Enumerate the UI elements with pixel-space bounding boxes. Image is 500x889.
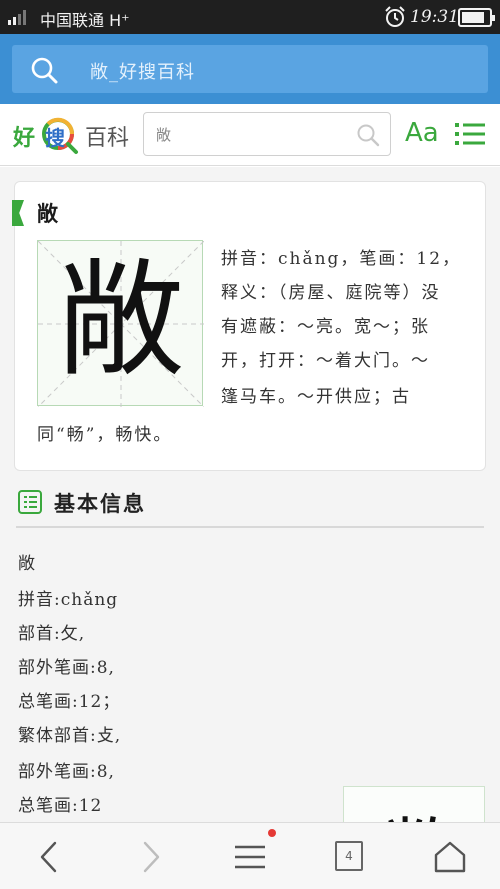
carrier-label: 中国联通 H⁺ (40, 7, 130, 31)
title-marker (12, 200, 24, 226)
character-image[interactable]: 敞 (37, 240, 204, 407)
info-line: 总笔画:12； (18, 692, 121, 712)
search-icon[interactable] (356, 123, 380, 147)
basic-info-header[interactable]: 基本信息 (16, 482, 484, 528)
browser-bottom-nav: 4 (0, 822, 500, 889)
definition-line: 开，打开：～着大门。～ (221, 351, 430, 371)
haosou-baike-logo[interactable]: 好 搜 百科 (13, 113, 131, 157)
info-line: 拼音:chǎng (18, 590, 119, 610)
alarm-clock-icon (385, 6, 405, 27)
address-text: 敞_好搜百科 (90, 62, 195, 83)
definition-line: 释义：（房屋、庭院等）没 (221, 283, 441, 303)
definition-line: 有遮蔽：～亮。宽～；张 (221, 317, 430, 337)
logo-baike-text: 百科 (85, 126, 130, 151)
chevron-right-icon[interactable] (132, 839, 168, 875)
carrier-name: 中国联通 (40, 11, 105, 30)
search-icon (31, 57, 58, 84)
network-type: H⁺ (109, 11, 130, 30)
character-glyph: 敞 (58, 247, 184, 394)
list-menu-icon[interactable] (455, 122, 485, 146)
chevron-left-icon[interactable] (32, 839, 68, 875)
info-line: 敞 (18, 554, 36, 574)
font-size-button[interactable]: Aa (405, 118, 439, 148)
site-search-value: 敞 (156, 126, 172, 144)
definition-line: 拼音：chǎng，笔画：12， (221, 249, 462, 269)
thumbnail-glyph: 敞 (384, 793, 456, 822)
calligraphy-thumbnail[interactable]: 敞 (343, 786, 485, 822)
browser-toolbar: 敞_好搜百科 (0, 34, 500, 104)
battery-level-fill (462, 12, 484, 23)
info-line: 部首:攵, (18, 624, 86, 644)
info-line: 部外笔画:8, (18, 658, 115, 678)
menu-icon[interactable] (232, 839, 268, 875)
status-bar: 中国联通 H⁺ 19:31 (0, 0, 500, 34)
site-search-input[interactable]: 敞 (143, 112, 391, 156)
logo-sou-text: 搜 (45, 126, 65, 150)
tabs-icon[interactable]: 4 (335, 841, 363, 871)
entry-summary-card: 敞 敞 拼音：chǎng，笔画：12， 释义：（房屋、庭院等）没 有遮蔽：～亮。… (12, 181, 486, 471)
battery-icon (458, 8, 495, 27)
address-bar[interactable]: 敞_好搜百科 (12, 45, 488, 93)
battery-tip (492, 15, 495, 21)
info-line: 部外笔画:8, (18, 762, 115, 782)
article-content: 敞 敞 拼音：chǎng，笔画：12， 释义：（房屋、庭院等）没 有遮蔽：～亮。… (0, 167, 500, 822)
logo-hao-text: 好 (13, 126, 36, 151)
info-line: 繁体部首:攴, (18, 726, 122, 746)
definition-line: 同“畅”，畅快。 (37, 425, 173, 445)
notification-dot (268, 829, 276, 837)
info-line: 总笔画:12 (18, 796, 103, 816)
section-title: 基本信息 (54, 491, 146, 516)
clock-time: 19:31 (410, 7, 459, 27)
definition-line: 篷马车。～开供应；古 (221, 387, 411, 407)
entry-title: 敞 (37, 201, 58, 226)
section-list-icon (18, 490, 42, 514)
site-header: 好 搜 百科 敞 Aa (0, 104, 500, 166)
home-icon[interactable] (432, 839, 468, 875)
signal-icon (8, 10, 26, 25)
